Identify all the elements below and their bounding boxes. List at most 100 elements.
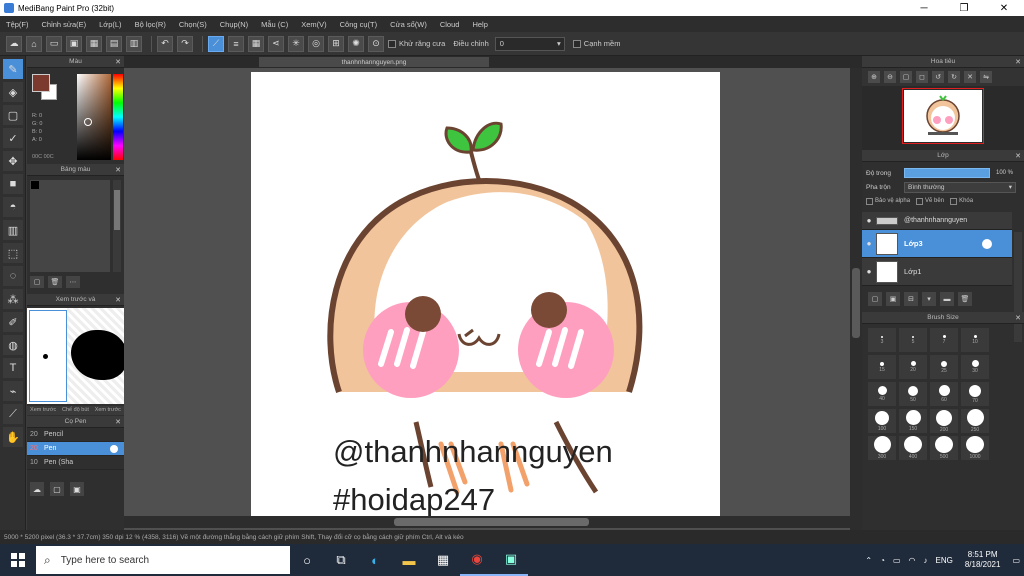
close-icon[interactable]: ✕ bbox=[115, 418, 121, 426]
opacity-slider[interactable] bbox=[904, 168, 990, 178]
snap-vanish-icon[interactable]: ⋖ bbox=[268, 35, 284, 52]
layer-item-selected[interactable]: ● Lớp3 bbox=[862, 230, 1012, 258]
checkbox-box[interactable] bbox=[916, 197, 924, 205]
brush-size-option[interactable]: 1000 bbox=[961, 436, 989, 460]
snap-cross-icon[interactable]: ▦ bbox=[248, 35, 264, 52]
text-tool-icon[interactable]: T bbox=[3, 358, 23, 378]
windows-start-button[interactable] bbox=[0, 544, 36, 576]
brush-size-option[interactable]: 60 bbox=[930, 382, 958, 406]
rotate-right-icon[interactable]: ↻ bbox=[948, 71, 960, 83]
brush-size-option[interactable]: 5 bbox=[899, 328, 927, 352]
file-explorer-icon[interactable]: ▬ bbox=[392, 544, 426, 576]
menu-tools[interactable]: Công cụ(T) bbox=[340, 20, 378, 29]
layer-icon[interactable]: ▥ bbox=[126, 35, 142, 52]
close-button[interactable]: ✕ bbox=[984, 0, 1024, 16]
brush-size-option[interactable]: 300 bbox=[868, 436, 896, 460]
soft-edge-checkbox[interactable]: Cạnh mềm bbox=[572, 39, 620, 48]
artboard[interactable]: @thanhnhannguyen #hoidap247 bbox=[251, 72, 720, 527]
network-icon[interactable]: ◔ bbox=[880, 556, 885, 565]
notification-icon[interactable]: ▭ bbox=[1012, 556, 1020, 565]
brush-size-option[interactable]: 7 bbox=[930, 328, 958, 352]
menu-select[interactable]: Chọn(S) bbox=[179, 20, 207, 29]
blend-select[interactable]: Bình thường ▾ bbox=[904, 181, 1016, 193]
antialias-checkbox[interactable]: Khử răng cưa bbox=[388, 39, 445, 48]
brush-size-option[interactable]: 200 bbox=[930, 409, 958, 433]
reset-icon[interactable]: ✕ bbox=[964, 71, 976, 83]
magic-wand-icon[interactable]: ⁂ bbox=[3, 289, 23, 309]
snap-target-icon[interactable]: ⊙ bbox=[368, 35, 384, 52]
brush-size-option[interactable]: 25 bbox=[930, 355, 958, 379]
scroll-thumb[interactable] bbox=[852, 268, 860, 338]
color-saturation-picker[interactable] bbox=[77, 74, 111, 160]
cloud-brush-icon[interactable]: ☁ bbox=[30, 482, 44, 496]
snap-curve-icon[interactable]: ⊞ bbox=[328, 35, 344, 52]
brush-item-pen-shading[interactable]: 10 Pen (Sha bbox=[27, 456, 124, 470]
canvas-vertical-scrollbar[interactable] bbox=[850, 68, 862, 530]
brush-size-option[interactable]: 3 bbox=[868, 328, 896, 352]
clipping-checkbox[interactable]: Vẽ bên bbox=[916, 197, 944, 205]
flip-icon[interactable]: ⇋ bbox=[980, 71, 992, 83]
medibang-icon[interactable]: ▣ bbox=[494, 544, 528, 576]
palette-area[interactable] bbox=[30, 180, 110, 272]
close-icon[interactable]: ✕ bbox=[1015, 152, 1021, 160]
eye-icon[interactable]: ● bbox=[862, 216, 876, 225]
merge-layer-icon[interactable]: ⊟ bbox=[904, 292, 918, 306]
eraser-tool-icon[interactable]: ◈ bbox=[3, 82, 23, 102]
brush-size-option[interactable]: 100 bbox=[868, 409, 896, 433]
snap-settings-icon[interactable]: ✺ bbox=[348, 35, 364, 52]
foreground-color-swatch[interactable] bbox=[32, 74, 50, 92]
brush-size-option[interactable]: 150 bbox=[899, 409, 927, 433]
brush-size-option[interactable]: 15 bbox=[868, 355, 896, 379]
lasso-tool-icon[interactable]: ◌ bbox=[3, 266, 23, 286]
folder-icon[interactable]: ▬ bbox=[940, 292, 954, 306]
snap-parallel-icon[interactable]: ≡ bbox=[228, 35, 244, 52]
soft-edge-box[interactable] bbox=[572, 39, 581, 48]
copy-layer-icon[interactable]: ▣ bbox=[886, 292, 900, 306]
cloud-icon[interactable]: ☁ bbox=[6, 35, 22, 52]
task-view-icon[interactable]: ⧉ bbox=[324, 544, 358, 576]
adjust-select[interactable]: 0 ▾ bbox=[494, 36, 565, 51]
menu-edit[interactable]: Chỉnh sửa(E) bbox=[42, 20, 87, 29]
more-icon[interactable]: ⋯ bbox=[66, 276, 80, 288]
store-icon[interactable]: ▦ bbox=[426, 544, 460, 576]
add-palette-icon[interactable]: ▢ bbox=[30, 276, 44, 288]
brush-size-option[interactable]: 10 bbox=[961, 328, 989, 352]
zoom-in-icon[interactable]: ⊕ bbox=[868, 71, 880, 83]
menu-pattern[interactable]: Mẫu (C) bbox=[261, 20, 288, 29]
brush-item-pen[interactable]: 20 Pen bbox=[27, 442, 124, 456]
select-eraser-icon[interactable]: ◍ bbox=[3, 335, 23, 355]
canvas-text-hashtag[interactable]: #hoidap247 bbox=[333, 482, 495, 518]
lock-checkbox[interactable]: Khóa bbox=[950, 197, 973, 205]
brush-size-option[interactable]: 20 bbox=[899, 355, 927, 379]
snap-circle-icon[interactable]: ◎ bbox=[308, 35, 324, 52]
menu-snap[interactable]: Chụp(N) bbox=[220, 20, 248, 29]
clock[interactable]: 8:51 PM 8/18/2021 bbox=[965, 550, 1001, 570]
brush-settings-icon[interactable]: ▣ bbox=[70, 482, 84, 496]
brush-size-option[interactable]: 250 bbox=[961, 409, 989, 433]
menu-window[interactable]: Cửa sổ(W) bbox=[390, 20, 427, 29]
fill-tool-icon[interactable]: ◓ bbox=[3, 197, 23, 217]
gear-icon[interactable] bbox=[982, 238, 992, 249]
close-icon[interactable]: ✕ bbox=[1015, 58, 1021, 66]
frame-icon[interactable]: ▤ bbox=[106, 35, 122, 52]
undo-icon[interactable]: ↶ bbox=[157, 35, 173, 52]
eyedropper-tool-icon[interactable]: ⌁ bbox=[3, 381, 23, 401]
chevron-up-icon[interactable]: ⌃ bbox=[865, 556, 872, 565]
language-indicator[interactable]: ENG bbox=[936, 556, 953, 565]
divide-tool-icon[interactable]: ⟋ bbox=[3, 404, 23, 424]
layer-menu-icon[interactable]: ▾ bbox=[922, 292, 936, 306]
chat-icon[interactable]: ▭ bbox=[46, 35, 62, 52]
select-tool-icon[interactable]: ✓ bbox=[3, 128, 23, 148]
add-brush-icon[interactable]: ▢ bbox=[50, 482, 64, 496]
menu-file[interactable]: Tệp(F) bbox=[6, 20, 29, 29]
close-icon[interactable]: ✕ bbox=[115, 58, 121, 66]
palette-swatch[interactable] bbox=[31, 181, 39, 189]
antialias-box[interactable] bbox=[388, 39, 396, 48]
brush-size-option[interactable]: 40 bbox=[868, 382, 896, 406]
tab-preview[interactable]: Xem trước và bbox=[27, 406, 60, 422]
maximize-button[interactable]: ❐ bbox=[944, 0, 984, 16]
delete-palette-icon[interactable]: 🗑 bbox=[48, 276, 62, 288]
layer-item[interactable]: ● Lớp1 bbox=[862, 258, 1012, 286]
checkbox-box[interactable] bbox=[866, 197, 873, 205]
menu-layer[interactable]: Lớp(L) bbox=[99, 20, 121, 29]
